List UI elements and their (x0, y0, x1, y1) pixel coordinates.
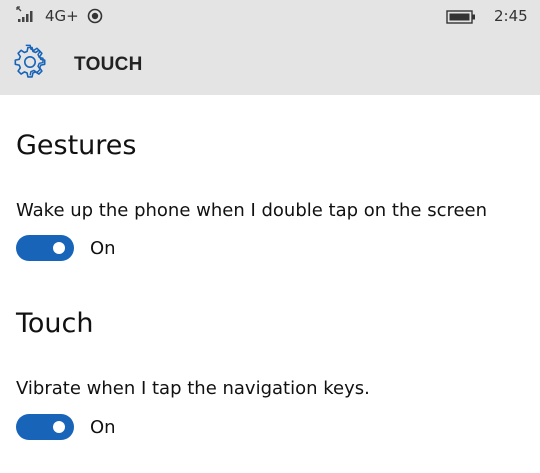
vibrate-nav-keys-toggle[interactable] (16, 414, 74, 440)
section-heading-touch: Touch (16, 308, 94, 339)
setting-label-double-tap-wake: Wake up the phone when I double tap on t… (16, 200, 488, 221)
vibrate-nav-keys-state: On (90, 417, 116, 438)
gear-icon (14, 44, 46, 78)
section-heading-gestures: Gestures (16, 130, 137, 161)
location-icon (87, 8, 103, 24)
signal-icon (16, 6, 33, 22)
double-tap-wake-state: On (90, 238, 116, 259)
double-tap-wake-toggle[interactable] (16, 235, 74, 261)
setting-label-vibrate-nav-keys: Vibrate when I tap the navigation keys. (16, 378, 370, 399)
network-type-label: 4G+ (45, 7, 79, 25)
toggle-knob (53, 242, 65, 254)
toggle-knob (53, 421, 65, 433)
page-title: TOUCH (74, 54, 143, 75)
clock: 2:45 (494, 7, 528, 25)
battery-icon (446, 10, 475, 24)
